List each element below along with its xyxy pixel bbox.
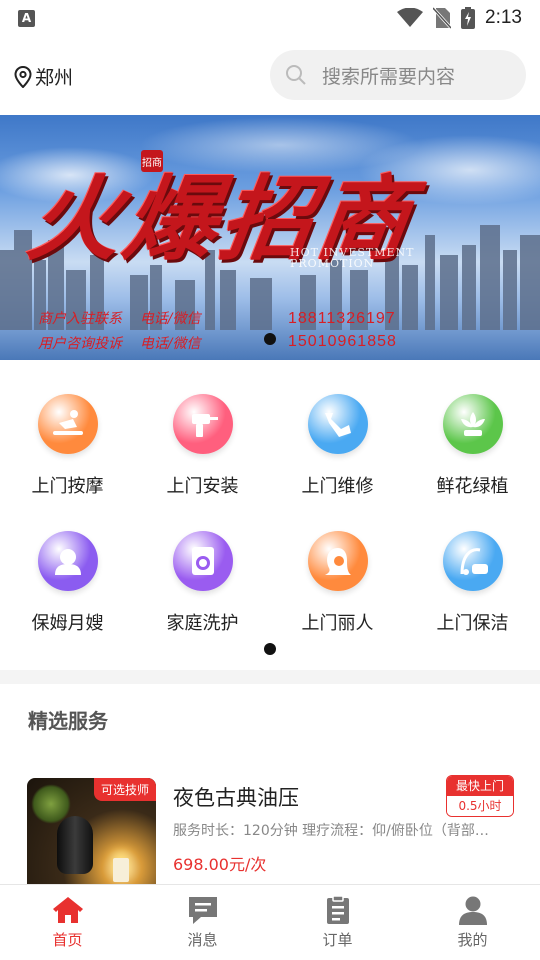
category-item[interactable]: 上门安装 (135, 380, 270, 517)
order-icon (326, 895, 349, 924)
fast-arrival-label: 最快上门 (447, 776, 513, 796)
repair-icon (307, 394, 368, 454)
section-title: 精选服务 (28, 709, 108, 733)
contact-user-label: 用户咨询投诉 (38, 336, 122, 352)
category-item[interactable]: 上门维修 (270, 380, 405, 517)
top-header: 郑州 搜索所需要内容 (0, 44, 540, 106)
banner-seal: 招商 (141, 150, 163, 172)
bottom-tab-bar: 首页 消息 订单 我的 (0, 884, 540, 960)
tab-profile[interactable]: 我的 (405, 885, 540, 960)
tab-orders[interactable]: 订单 (270, 885, 405, 960)
tab-orders-label: 订单 (322, 931, 353, 949)
flower-icon (442, 394, 503, 454)
category-label: 上门按摩 (31, 476, 104, 497)
massage-icon (37, 394, 98, 454)
battery-icon (461, 7, 476, 29)
category-item[interactable]: 上门丽人 (270, 517, 405, 654)
tab-home-label: 首页 (52, 931, 83, 949)
nanny-icon (37, 531, 98, 591)
search-input[interactable]: 搜索所需要内容 (270, 50, 526, 100)
category-item[interactable]: 家庭洗护 (135, 517, 270, 654)
category-item[interactable]: 保姆月嫂 (0, 517, 135, 654)
thumb-candle (113, 858, 129, 882)
beauty-icon (307, 531, 368, 591)
banner-phone-2: 15010961858 (288, 333, 397, 350)
fast-arrival-badge: 最快上门 0.5小时 (446, 775, 514, 817)
category-item[interactable]: 鲜花绿植 (405, 380, 540, 517)
thumb-vase (57, 816, 93, 874)
user-icon (458, 896, 487, 925)
status-time: 2:13 (485, 7, 522, 28)
service-description: 服务时长：120分钟 理疗流程：仰/俯卧位（背部、腰部） (173, 823, 498, 839)
location-label: 郑州 (35, 67, 74, 89)
fast-arrival-time: 0.5小时 (447, 796, 513, 816)
category-label: 家庭洗护 (166, 613, 239, 634)
status-indicators: 2:13 (397, 7, 522, 29)
service-price: 698.00元/次 (173, 855, 267, 874)
banner-phone-1: 18811326197 (288, 310, 396, 327)
section-divider (0, 670, 540, 684)
app-notification-icon: A (18, 9, 35, 27)
contact-user-method: 电话/微信 (139, 336, 201, 352)
tab-messages-label: 消息 (187, 931, 218, 949)
no-sim-icon (433, 7, 452, 29)
service-name: 夜色古典油压 (173, 786, 299, 810)
banner-subtitle-line2: PROMOTION (290, 257, 375, 270)
tab-profile-label: 我的 (457, 931, 488, 949)
category-label: 鲜花绿植 (436, 476, 509, 497)
service-card[interactable]: 可选技师 夜色古典油压 服务时长：120分钟 理疗流程：仰/俯卧位（背部、腰部）… (27, 775, 517, 888)
category-pagination-dot (264, 643, 276, 655)
tab-messages[interactable]: 消息 (135, 885, 270, 960)
search-placeholder: 搜索所需要内容 (322, 65, 456, 88)
banner-contacts: 商户入驻联系 电话/微信 用户咨询投诉 电话/微信 (38, 307, 201, 357)
category-label: 保姆月嫂 (31, 613, 104, 634)
category-item[interactable]: 上门保洁 (405, 517, 540, 654)
category-label: 上门丽人 (301, 613, 374, 634)
tab-home[interactable]: 首页 (0, 885, 135, 960)
wifi-icon (397, 8, 424, 27)
banner-phones: 18811326197 15010961858 (288, 307, 397, 353)
status-bar: A 2:13 (0, 0, 540, 36)
category-label: 上门安装 (166, 476, 239, 497)
category-grid: 上门按摩 上门安装 上门维修 鲜花绿植保姆月嫂 家庭洗护 上门丽人 上门保洁 (0, 380, 540, 654)
category-label: 上门维修 (301, 476, 374, 497)
technician-badge: 可选技师 (93, 778, 156, 801)
home-icon (52, 897, 83, 923)
banner-pagination-dot (264, 333, 276, 345)
location-pin-icon (14, 65, 32, 88)
banner-subtitle: HOT INVESTMENT PROMOTION (290, 247, 415, 269)
location-selector[interactable]: 郑州 (14, 63, 73, 90)
drill-icon (172, 394, 233, 454)
search-icon (286, 65, 306, 85)
category-item[interactable]: 上门按摩 (0, 380, 135, 517)
washer-icon (172, 531, 233, 591)
message-icon (188, 897, 217, 924)
category-label: 上门保洁 (436, 613, 509, 634)
contact-merchant-label: 商户入驻联系 (38, 311, 122, 327)
service-thumbnail: 可选技师 (27, 778, 156, 888)
contact-merchant-method: 电话/微信 (139, 311, 201, 327)
vacuum-icon (442, 531, 503, 591)
promo-banner[interactable]: 火爆招商 招商 HOT INVESTMENT PROMOTION 商户入驻联系 … (0, 115, 540, 360)
